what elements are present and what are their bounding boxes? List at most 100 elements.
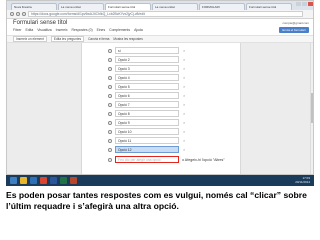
radio-icon — [108, 48, 112, 53]
start-icon[interactable] — [10, 177, 17, 184]
option-row: Opció 11 × — [108, 136, 204, 145]
radio-icon — [108, 157, 112, 162]
user-account[interactable]: compte@gmail.com — [282, 21, 309, 25]
form-toolbar: Insereix un element Edita les preguntes … — [7, 36, 313, 43]
address-bar: https://docs.google.com/forms/d/1pv5wAJ4… — [7, 10, 313, 19]
option-input[interactable]: Opció 4 — [115, 74, 179, 81]
option-input[interactable]: Opció 7 — [115, 101, 179, 108]
maximize-icon[interactable] — [302, 2, 307, 6]
option-input[interactable]: Opció 3 — [115, 65, 179, 72]
folder-icon[interactable] — [20, 177, 27, 184]
option-input[interactable]: Opció 6 — [115, 92, 179, 99]
forward-icon[interactable] — [16, 12, 20, 16]
form-editor-area: sí × Opció 2 × Opció 3 × Opció 4 × Opció… — [7, 43, 313, 174]
remove-option-icon[interactable]: × — [183, 56, 185, 63]
option-input[interactable]: sí — [115, 47, 179, 54]
question-card: sí × Opció 2 × Opció 3 × Opció 4 × Opció… — [81, 43, 241, 174]
remove-option-icon[interactable]: × — [183, 83, 185, 90]
browser-tab[interactable]: Nova finestra — [11, 3, 57, 10]
menu-item-addons[interactable]: Complements — [109, 28, 130, 32]
option-input[interactable]: Opció 10 — [115, 128, 179, 135]
radio-icon — [108, 111, 112, 116]
browser-tab-strip: Nova finestra La meva unitat Formulari s… — [7, 1, 313, 10]
radio-icon — [108, 57, 112, 62]
option-input[interactable]: Opció 5 — [115, 83, 179, 90]
menu-item-file[interactable]: Fitxer — [13, 28, 21, 32]
url-input[interactable]: https://docs.google.com/forms/d/1pv5wAJ4… — [28, 11, 303, 17]
close-icon[interactable] — [308, 2, 313, 6]
remove-option-icon[interactable]: × — [183, 137, 185, 144]
back-icon[interactable] — [10, 12, 14, 16]
browser-tab[interactable]: La meva unitat — [58, 3, 104, 10]
menu-item-tools[interactable]: Eines — [97, 28, 105, 32]
option-row: Opció 4 × — [108, 73, 204, 82]
option-row: Opció 9 × — [108, 118, 204, 127]
browser-tab[interactable]: La meva unitat — [152, 3, 198, 10]
option-input[interactable]: Opció 11 — [115, 137, 179, 144]
form-menu-bar: Fitxer Edita Visualitza Insereix Respost… — [13, 28, 143, 32]
option-row: Opció 5 × — [108, 82, 204, 91]
word-icon[interactable] — [50, 177, 57, 184]
clock[interactable]: 17:03 20/11/2014 — [295, 176, 310, 184]
scrollbar[interactable] — [310, 43, 313, 174]
radio-icon — [108, 93, 112, 98]
insert-item-button[interactable]: Insereix un element — [13, 36, 47, 42]
option-row: Opció 3 × — [108, 64, 204, 73]
radio-icon — [108, 102, 112, 107]
menu-item-responses[interactable]: Respostes (0) — [72, 28, 93, 32]
remove-option-icon[interactable]: × — [183, 92, 185, 99]
form-title[interactable]: Formulari sense títol — [13, 20, 67, 26]
reload-icon[interactable] — [22, 12, 26, 16]
option-input[interactable]: Opció 8 — [115, 110, 179, 117]
remove-option-icon[interactable]: × — [183, 101, 185, 108]
radio-icon — [108, 66, 112, 71]
option-row-selected: Opció 12 × — [108, 145, 204, 154]
ie-icon[interactable] — [30, 177, 37, 184]
radio-icon — [108, 138, 112, 143]
remove-option-icon[interactable]: × — [183, 119, 185, 126]
powerpoint-icon[interactable] — [70, 177, 77, 184]
radio-icon — [108, 75, 112, 80]
radio-icon — [108, 129, 112, 134]
remove-option-icon[interactable]: × — [183, 110, 185, 117]
option-row: Opció 10 × — [108, 127, 204, 136]
radio-icon — [108, 84, 112, 89]
option-row: sí × — [108, 46, 204, 55]
menu-item-view[interactable]: Visualitza — [37, 28, 51, 32]
remove-option-icon[interactable]: × — [183, 74, 185, 81]
view-responses-button[interactable]: Mostra les respostes — [113, 37, 142, 41]
excel-icon[interactable] — [60, 177, 67, 184]
form-header: Formulari sense títol Fitxer Edita Visua… — [7, 19, 313, 36]
option-row: Opció 2 × — [108, 55, 204, 64]
option-row: Opció 8 × — [108, 109, 204, 118]
menu-item-insert[interactable]: Insereix — [56, 28, 68, 32]
remove-option-icon[interactable]: × — [183, 47, 185, 54]
screenshot-frame: Nova finestra La meva unitat Formulari s… — [6, 0, 314, 175]
option-input[interactable]: Opció 9 — [115, 119, 179, 126]
menu-item-edit[interactable]: Edita — [25, 28, 33, 32]
send-form-button[interactable]: Envia el formulari — [279, 27, 309, 33]
browser-tab[interactable]: Formulari sense títol — [246, 3, 292, 10]
scrollbar-thumb[interactable] — [311, 93, 313, 123]
remove-option-icon[interactable]: × — [183, 65, 185, 72]
radio-icon — [108, 147, 112, 152]
option-row: Opció 7 × — [108, 100, 204, 109]
change-theme-button[interactable]: Canvia el tema — [88, 37, 109, 41]
remove-option-icon[interactable]: × — [183, 128, 185, 135]
chrome-icon[interactable] — [40, 177, 47, 184]
option-row: Opció 6 × — [108, 91, 204, 100]
window-controls — [296, 2, 313, 6]
option-input[interactable]: Opció 2 — [115, 56, 179, 63]
minimize-icon[interactable] — [296, 2, 301, 6]
option-input-selected[interactable]: Opció 12 — [115, 146, 179, 153]
browser-tab-active[interactable]: Formulari sense títol — [105, 3, 151, 10]
add-other-option-link[interactable]: o Afegeix-hi l'opció "Altres" — [182, 158, 225, 162]
remove-option-icon[interactable]: × — [183, 146, 185, 153]
edit-questions-button[interactable]: Edita les preguntes — [50, 36, 85, 42]
add-option-input[interactable]: Feu clic per afegir una opció — [115, 156, 179, 163]
page: Nova finestra La meva unitat Formulari s… — [0, 0, 320, 240]
browser-tab[interactable]: FORMULARI — [199, 3, 245, 10]
clock-date: 20/11/2014 — [295, 179, 310, 184]
menu-item-help[interactable]: Ajuda — [134, 28, 143, 32]
caption-text: Es poden posar tantes respostes com es v… — [6, 190, 307, 211]
